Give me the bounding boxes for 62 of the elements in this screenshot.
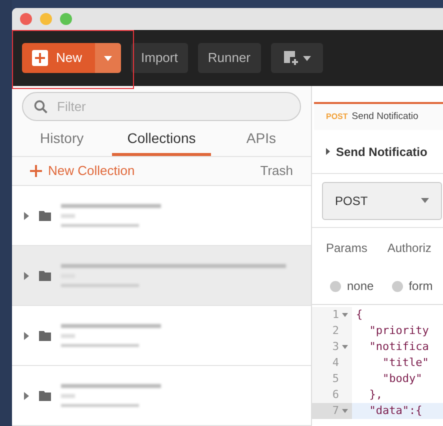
new-button[interactable]: New — [22, 43, 96, 73]
radio-label: none — [347, 278, 374, 295]
caret-icon — [421, 198, 429, 203]
expand-arrow-icon — [326, 148, 330, 155]
plus-icon — [30, 164, 42, 177]
fold-arrow-icon[interactable] — [342, 409, 348, 413]
radio-button[interactable] — [330, 280, 341, 292]
new-window-button[interactable] — [270, 43, 322, 73]
dropdown-button[interactable] — [95, 43, 122, 73]
fold-arrow-icon[interactable] — [342, 345, 348, 349]
line-number: 5 — [332, 370, 339, 387]
line-number: 1 — [332, 306, 339, 323]
line-number: 4 — [332, 354, 339, 371]
toolbar-button[interactable]: Runner — [198, 43, 260, 73]
maximize-icon[interactable] — [60, 13, 72, 25]
folder-icon — [39, 270, 51, 280]
caret-icon — [104, 56, 112, 60]
line-number: 6 — [332, 386, 339, 403]
filter-field[interactable]: Filter — [22, 92, 301, 121]
trash-button[interactable]: Trash — [260, 161, 293, 181]
request-section-tab[interactable]: Params — [326, 239, 368, 257]
folder-icon — [39, 210, 51, 220]
plus-icon — [32, 50, 48, 66]
collection-item[interactable] — [12, 186, 311, 246]
method-select[interactable]: POST — [322, 182, 442, 220]
sidebar-tab[interactable]: Collections — [112, 124, 212, 156]
folder-icon — [39, 390, 51, 400]
expand-arrow-icon — [24, 332, 29, 340]
toolbar-button[interactable]: Import — [131, 43, 188, 73]
expand-arrow-icon — [24, 392, 29, 400]
request-title: Send Notificatio — [336, 144, 428, 160]
code-editor[interactable]: 1 { 2 "priority 3 "notifica 4 "title" 5 "body" 6 }, 7 "data":{ — [312, 304, 443, 426]
line-number: 3 — [332, 338, 339, 355]
fold-arrow-icon[interactable] — [342, 313, 348, 317]
tab-title: Send Notificatio — [352, 110, 418, 124]
request-tab[interactable]: POST Send Notificatio — [314, 102, 443, 130]
expand-arrow-icon — [24, 212, 29, 220]
radio-label: form — [408, 278, 433, 295]
line-number: 2 — [332, 322, 339, 339]
code-line: "body" — [381, 370, 422, 387]
line-number: 7 — [332, 402, 339, 419]
code-line: "title" — [381, 354, 429, 371]
folder-icon — [39, 330, 51, 340]
code-line: }, — [368, 386, 382, 403]
minimize-icon[interactable] — [40, 13, 52, 25]
expand-arrow-icon — [24, 272, 29, 280]
collection-item[interactable] — [12, 366, 311, 426]
window-plus-icon — [282, 50, 298, 66]
radio-button[interactable] — [392, 280, 403, 292]
sidebar-tab[interactable]: APIs — [211, 124, 312, 156]
caret-icon — [302, 56, 310, 60]
code-line: { — [355, 306, 363, 323]
code-line: "data":{ — [368, 402, 422, 419]
close-icon[interactable] — [20, 13, 32, 25]
sidebar-tab[interactable]: History — [12, 124, 112, 156]
code-line: "notifica — [368, 338, 429, 355]
code-line: "priority — [368, 322, 429, 339]
collection-item[interactable] — [12, 246, 311, 306]
new-collection-button[interactable]: New Collection — [30, 161, 135, 181]
method-label: POST — [326, 111, 348, 123]
request-section-tab[interactable]: Authoriz — [387, 239, 432, 257]
collection-item[interactable] — [12, 306, 311, 366]
